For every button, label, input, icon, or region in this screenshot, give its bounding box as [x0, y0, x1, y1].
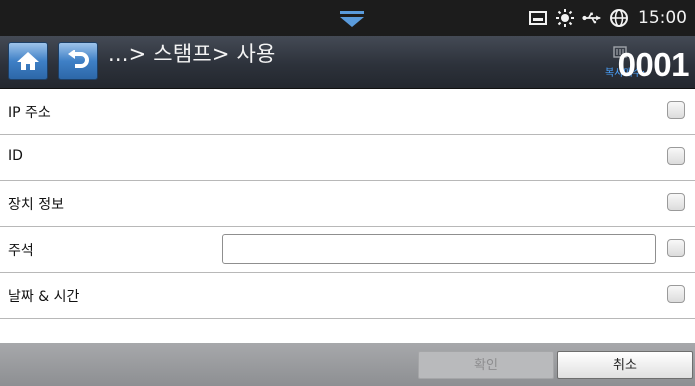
toner-sun-icon [555, 8, 575, 28]
usb-icon [582, 8, 602, 28]
back-button[interactable] [58, 42, 98, 80]
pull-down-handle-icon[interactable] [336, 9, 368, 29]
home-icon [17, 52, 39, 70]
home-button[interactable] [8, 42, 48, 80]
status-icons: 15:00 [528, 7, 687, 29]
copies-count: 0001 [617, 46, 690, 83]
header-bar: ...> 스탬프> 사용 복사매수: 0001 [0, 36, 695, 89]
list-item-label: 주석 [8, 243, 34, 259]
list-item-label: 날짜 & 시간 [8, 289, 80, 305]
device-info-checkbox[interactable] [667, 193, 685, 211]
id-checkbox[interactable] [667, 147, 685, 165]
list-item-comment[interactable]: 주석 [0, 227, 695, 273]
copies-counter: 복사매수: 0001 [569, 44, 690, 84]
ip-address-checkbox[interactable] [667, 101, 685, 119]
list-item-ip-address[interactable]: IP 주소 [0, 89, 695, 135]
comment-input[interactable] [222, 234, 656, 264]
ok-button[interactable]: 확인 [418, 351, 554, 379]
footer-bar: 확인 취소 [0, 343, 695, 386]
list-item-id[interactable]: ID [0, 135, 695, 181]
list-item-device-info[interactable]: 장치 정보 [0, 181, 695, 227]
breadcrumb: ...> 스탬프> 사용 [108, 42, 276, 66]
list-item-label: ID [8, 148, 23, 164]
globe-icon [609, 8, 629, 28]
comment-checkbox[interactable] [667, 239, 685, 257]
back-arrow-icon [68, 50, 89, 68]
date-time-checkbox[interactable] [667, 285, 685, 303]
status-bar: 15:00 [0, 0, 695, 36]
cancel-button[interactable]: 취소 [557, 351, 693, 379]
list-item-label: IP 주소 [8, 105, 51, 121]
stamp-options-list: IP 주소 ID 장치 정보 주석 날짜 & 시간 [0, 89, 695, 348]
status-time: 15:00 [638, 8, 687, 28]
list-item-date-time[interactable]: 날짜 & 시간 [0, 273, 695, 319]
list-item-label: 장치 정보 [8, 197, 64, 213]
tray-icon [528, 8, 548, 28]
